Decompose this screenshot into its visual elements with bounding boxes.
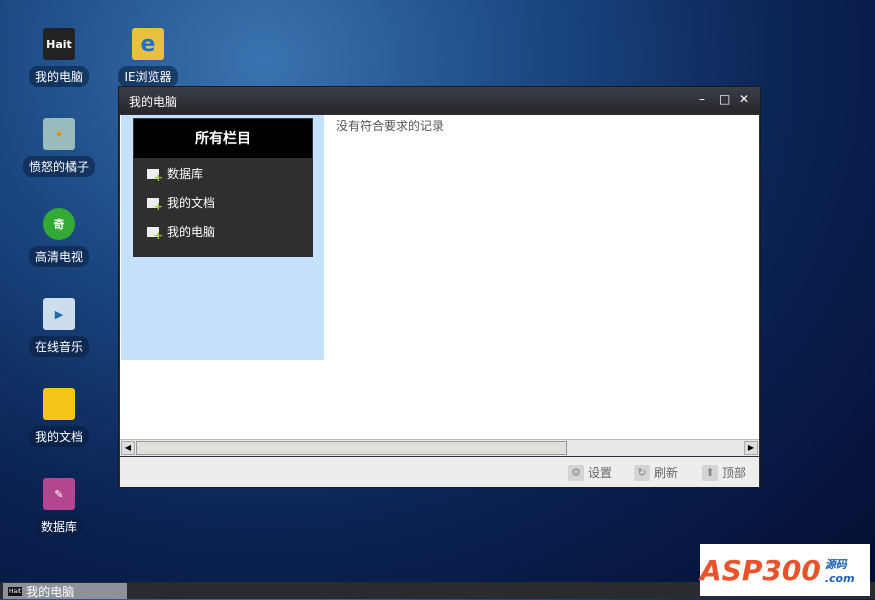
settings-label: 设置 (588, 466, 613, 480)
watermark-sub: 源码 .com (824, 557, 855, 585)
task-label: 我的电脑 (26, 584, 75, 599)
close-icon[interactable]: ✕ (739, 92, 749, 106)
item-label: 数据库 (167, 167, 204, 181)
top-button[interactable]: ⬆ 顶部 (702, 464, 746, 481)
window-footer: ⚙ 设置 ↻ 刷新 ⬆ 顶部 (120, 457, 759, 487)
settings-button[interactable]: ⚙ 设置 (568, 464, 612, 481)
arrow-up-icon: ⬆ (702, 464, 718, 481)
item-label: 我的文档 (167, 196, 216, 210)
scrollbar-thumb[interactable] (136, 441, 567, 455)
icon-label: 高清电视 (28, 246, 89, 267)
scroll-right-icon[interactable]: ▶ (744, 441, 758, 455)
icon-label: 我的文档 (28, 426, 89, 447)
desktop-icon-my-computer[interactable]: Hait 我的电脑 (19, 28, 99, 87)
window-title: 我的电脑 (129, 95, 178, 109)
refresh-icon: ↻ (634, 464, 650, 481)
watermark-text: ASP300 (700, 553, 821, 587)
scroll-left-icon[interactable]: ◀ (121, 441, 135, 455)
add-note-icon (147, 226, 163, 242)
tv-icon: 奇 (43, 208, 75, 240)
desktop-icon-angry-orange[interactable]: ✦ 愤怒的橘子 (19, 118, 99, 177)
empty-message: 没有符合要求的记录 (336, 119, 445, 133)
icon-label: IE浏览器 (118, 66, 178, 87)
desktop-icon-documents[interactable]: ▬ 我的文档 (19, 388, 99, 447)
item-label: 我的电脑 (167, 225, 216, 239)
desktop-icon-database[interactable]: ✎ 数据库 (19, 478, 99, 537)
play-icon: ▶ (43, 298, 75, 330)
hait-icon: Hait (8, 586, 23, 596)
category-item-my-computer[interactable]: 我的电脑 (133, 217, 313, 246)
window-content: 所有栏目 数据库 我的文档 我的电脑 没有符合要求的记录 (120, 115, 759, 442)
database-icon: ✎ (43, 478, 75, 510)
folder-icon: ▬ (43, 388, 75, 420)
desktop-icon-hd-tv[interactable]: 奇高清电视 (19, 208, 99, 267)
top-label: 顶部 (722, 466, 747, 480)
desktop-icon-music[interactable]: ▶ 在线音乐 (19, 298, 99, 357)
sidebar: 所有栏目 数据库 我的文档 我的电脑 (121, 115, 324, 360)
category-panel: 所有栏目 数据库 我的文档 我的电脑 (133, 118, 313, 257)
panel-title: 所有栏目 (133, 118, 313, 159)
minimize-icon[interactable]: – (699, 92, 705, 106)
window-my-computer: 我的电脑 – □ ✕ 所有栏目 数据库 我的文档 我的电脑 没有符合要求的记录 … (118, 86, 761, 488)
icon-label: 我的电脑 (28, 66, 89, 87)
add-note-icon (147, 168, 163, 184)
ie-icon: e (132, 28, 164, 60)
taskbar-item-my-computer[interactable]: Hait 我的电脑 (3, 583, 127, 599)
icon-label: 数据库 (34, 516, 83, 537)
icon-label: 愤怒的橘子 (22, 156, 95, 177)
slingshot-icon: ✦ (43, 118, 75, 150)
horizontal-scrollbar[interactable]: ◀ ▶ (120, 439, 759, 456)
icon-label: 在线音乐 (28, 336, 89, 357)
category-item-database[interactable]: 数据库 (133, 159, 313, 188)
title-bar[interactable]: 我的电脑 – □ ✕ (119, 87, 760, 114)
maximize-icon[interactable]: □ (719, 92, 730, 106)
hait-icon: Hait (43, 28, 75, 60)
category-item-documents[interactable]: 我的文档 (133, 188, 313, 217)
asp300-watermark: ASP300 源码 .com (700, 544, 870, 596)
refresh-label: 刷新 (654, 466, 679, 480)
desktop-icon-ie[interactable]: e IE浏览器 (108, 28, 188, 87)
gear-icon: ⚙ (568, 464, 584, 481)
add-note-icon (147, 197, 163, 213)
refresh-button[interactable]: ↻ 刷新 (634, 464, 678, 481)
